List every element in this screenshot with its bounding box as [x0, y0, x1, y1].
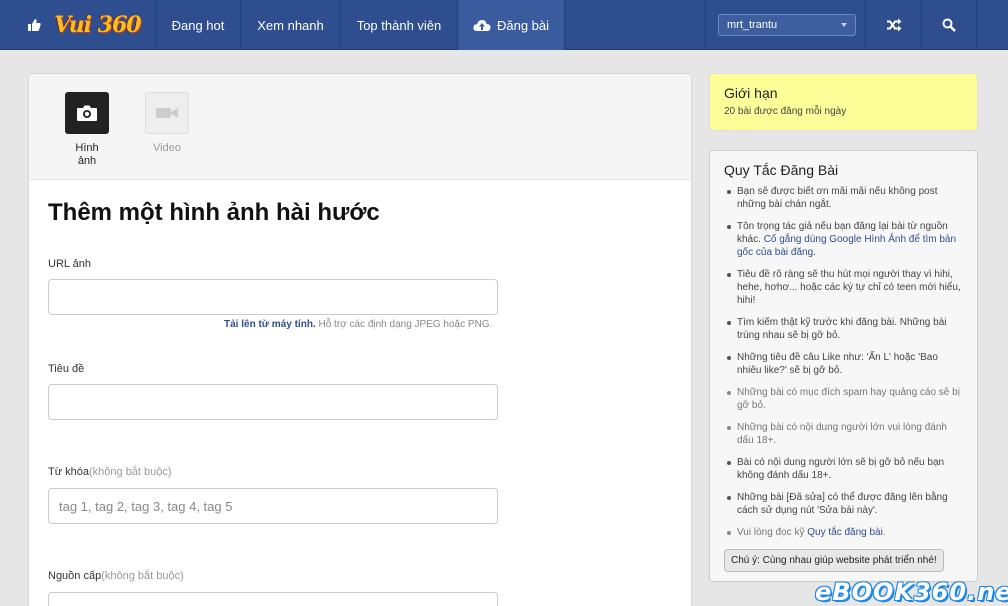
note-badge: Chú ý: Cùng nhau giúp website phát triển… — [724, 549, 944, 572]
source-input[interactable] — [48, 592, 498, 606]
watermark-logo: eBOOK360.neT — [815, 578, 1008, 606]
posting-rules-link[interactable]: Quy tắc đăng bài — [807, 527, 883, 538]
upload-help-text: Hỗ trợ các định dạng JPEG hoặc PNG. — [315, 319, 493, 330]
nav-quick-view[interactable]: Xem nhanh — [240, 0, 340, 50]
shuffle-icon — [886, 18, 901, 32]
tags-input[interactable]: tag 1, tag 2, tag 3, tag 4, tag 5 — [48, 488, 498, 524]
rule-item: Bài có nội dung người lớn sẽ bị gỡ bỏ nế… — [724, 456, 963, 482]
post-type-selector: Hình ảnh Video — [29, 74, 691, 180]
cloud-upload-icon — [473, 20, 491, 31]
rules-list: Bạn sẽ được biết ơn mãi mãi nếu không po… — [724, 185, 963, 539]
nav-hot[interactable]: Đang hot — [155, 0, 240, 50]
title-input[interactable] — [48, 384, 498, 420]
top-navbar: Vui 360 Đang hot Xem nhanh Top thành viê… — [0, 0, 1008, 50]
rule-item: Vui lòng đọc kỹ Quy tắc đăng bài. — [724, 526, 963, 539]
upload-panel: Hình ảnh Video Thêm một hình ảnh hài hướ… — [28, 73, 692, 606]
limit-text: 20 bài được đăng mỗi ngày — [724, 106, 847, 117]
tags-placeholder: tag 1, tag 2, tag 3, tag 4, tag 5 — [59, 499, 233, 514]
chevron-down-icon — [841, 23, 847, 27]
tags-label: Từ khóa(không bắt buộc) — [48, 466, 172, 478]
camera-icon — [77, 105, 97, 121]
video-icon — [156, 108, 178, 118]
user-dropdown[interactable]: mrt_trantu — [718, 14, 856, 36]
google-images-link[interactable]: Cố gắng dùng Google Hình Ảnh để tìm bản … — [737, 234, 956, 258]
image-url-input[interactable] — [48, 279, 498, 315]
nav-top-members[interactable]: Top thành viên — [340, 0, 457, 50]
upload-from-computer-link[interactable]: Tải lên từ máy tính. — [224, 319, 316, 330]
rule-item: Tiêu đề rõ ràng sẽ thu hút mọi người tha… — [724, 268, 963, 307]
rule-item: Những bài [Đã sửa] có thể được đăng lên … — [724, 491, 963, 517]
type-video-button[interactable]: Video — [145, 92, 189, 155]
title-label: Tiêu đề — [48, 363, 85, 375]
limit-box: Giới hạn 20 bài được đăng mỗi ngày — [709, 73, 978, 131]
username: mrt_trantu — [727, 19, 778, 31]
rule-item: Những bài có nội dung người lớn vui lòng… — [724, 421, 963, 447]
limit-title: Giới hạn — [724, 85, 778, 101]
logo-text: Vui 360 — [54, 12, 142, 38]
rule-item: Những bài có mục đích spam hay quảng cáo… — [724, 386, 963, 412]
rules-title: Quy Tắc Đăng Bài — [724, 162, 839, 178]
type-image-label: Hình ảnh — [75, 142, 99, 167]
nav-post[interactable]: Đăng bài — [457, 0, 565, 50]
type-image-button[interactable]: Hình ảnh — [65, 92, 109, 168]
type-video-label: Video — [153, 142, 181, 154]
rule-item: Tôn trọng tác giả nếu bạn đăng lại bài t… — [724, 220, 963, 259]
page-title: Thêm một hình ảnh hài hước — [48, 199, 380, 226]
upload-help: Tải lên từ máy tính. Hỗ trợ các định dạn… — [224, 319, 492, 330]
random-button[interactable] — [865, 0, 921, 50]
site-logo[interactable]: Vui 360 — [54, 8, 154, 42]
url-label: URL ảnh — [48, 258, 92, 270]
rule-item: Tìm kiếm thật kỹ trước khi đăng bài. Nhữ… — [724, 316, 963, 342]
rule-item: Những tiêu đề câu Like như: 'Ấn L' hoặc … — [724, 351, 963, 377]
rules-box: Quy Tắc Đăng Bài Bạn sẽ được biết ơn mãi… — [709, 150, 978, 582]
thumbs-up-icon[interactable] — [26, 17, 42, 33]
rule-item: Bạn sẽ được biết ơn mãi mãi nếu không po… — [724, 185, 963, 211]
search-icon — [942, 18, 956, 32]
search-button[interactable] — [921, 0, 977, 50]
source-label: Nguồn cấp(không bắt buộc) — [48, 570, 184, 582]
